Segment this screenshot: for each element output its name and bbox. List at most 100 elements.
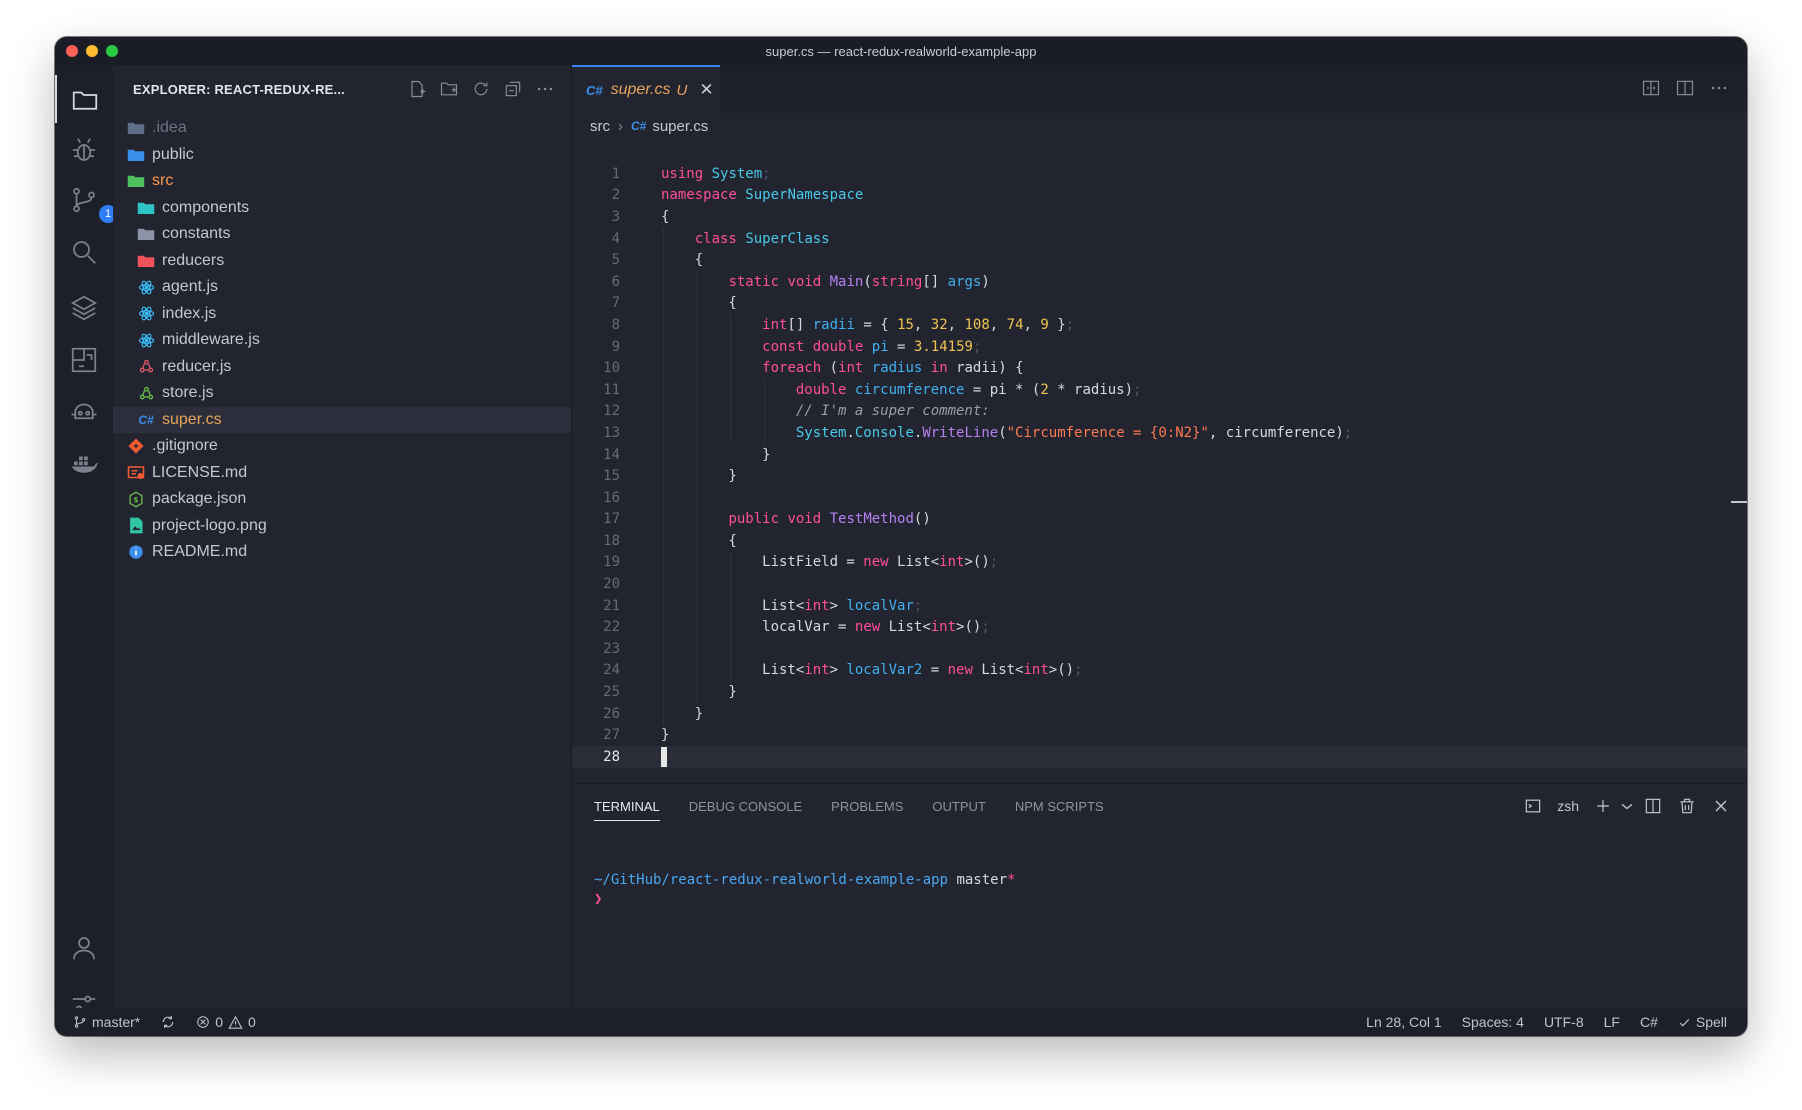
split-terminal-button[interactable] xyxy=(1643,796,1663,816)
activity-debug[interactable] xyxy=(69,135,99,165)
code-token: , circumference) xyxy=(1208,424,1344,441)
activity-copilot[interactable] xyxy=(69,397,99,427)
panel-tab-output[interactable]: OUTPUT xyxy=(932,799,985,814)
problems-indicator[interactable]: 0 0 xyxy=(196,1014,256,1030)
line-number: 9 xyxy=(611,338,620,355)
code-text: } xyxy=(628,727,669,743)
tree-item-label: LICENSE.md xyxy=(152,463,248,481)
panel-tab-terminal[interactable]: TERMINAL xyxy=(594,799,660,821)
shell-name[interactable]: zsh xyxy=(1557,798,1579,814)
close-window-button[interactable] xyxy=(66,45,78,57)
folder-reducers-icon xyxy=(137,252,155,270)
end-of-line[interactable]: LF xyxy=(1604,1014,1620,1030)
code-token: radii) { xyxy=(947,360,1024,377)
code-token: localVar2 xyxy=(846,662,923,679)
more-actions-button[interactable] xyxy=(535,79,555,99)
sync-button[interactable] xyxy=(160,1014,176,1030)
branch-name: master* xyxy=(92,1014,141,1030)
tree-item[interactable]: LICENSE.md xyxy=(113,460,571,487)
new-file-button[interactable] xyxy=(407,79,427,99)
code-text: namespace SuperNamespace xyxy=(628,187,863,203)
open-changes-button[interactable] xyxy=(1641,78,1661,98)
plus-icon xyxy=(1597,800,1609,812)
indentation[interactable]: Spaces: 4 xyxy=(1462,1014,1524,1030)
spell-label: Spell xyxy=(1695,1014,1727,1030)
panel-tab-debug-console[interactable]: DEBUG CONSOLE xyxy=(689,799,802,814)
panel-tab-npm-scripts[interactable]: NPM SCRIPTS xyxy=(1015,799,1104,814)
activity-account[interactable] xyxy=(69,933,99,963)
csharp-icon: C# xyxy=(631,119,647,133)
code-token: Console xyxy=(854,424,914,441)
files-icon xyxy=(72,91,98,110)
close-panel-button[interactable] xyxy=(1711,796,1731,816)
panel-tab-problems[interactable]: PROBLEMS xyxy=(831,799,903,814)
new-terminal-button[interactable] xyxy=(1593,796,1613,816)
folder-public-icon xyxy=(127,146,145,164)
branch-indicator[interactable]: master* xyxy=(73,1014,140,1030)
breadcrumb-folder[interactable]: src xyxy=(590,118,610,135)
activity-layers[interactable] xyxy=(69,293,99,323)
terminal-dropdown-button[interactable] xyxy=(1617,796,1633,816)
language-mode[interactable]: C# xyxy=(1640,1014,1658,1030)
new-folder-icon xyxy=(440,82,458,96)
tree-item[interactable]: project-logo.png xyxy=(113,513,571,540)
activity-docker[interactable] xyxy=(69,449,99,479)
new-folder-button[interactable] xyxy=(439,79,459,99)
tree-item[interactable]: .gitignore xyxy=(113,433,571,460)
redux-icon xyxy=(137,358,155,376)
tree-item[interactable]: reducers xyxy=(113,248,571,275)
code-token: List< xyxy=(880,619,931,636)
tree-item[interactable]: public xyxy=(113,142,571,169)
code-token: [] xyxy=(922,273,948,290)
tab-super-cs[interactable]: C# super.cs U ✕ xyxy=(572,65,720,113)
kill-terminal-button[interactable] xyxy=(1677,796,1697,816)
explorer-title: EXPLORER: REACT-REDUX-RE... xyxy=(133,81,345,97)
refresh-button[interactable] xyxy=(471,79,491,99)
code-token: new xyxy=(854,619,881,636)
cursor-position[interactable]: Ln 28, Col 1 xyxy=(1366,1014,1442,1030)
panel-tabs: TERMINAL DEBUG CONSOLE PROBLEMS OUTPUT NPM S… xyxy=(572,784,1747,828)
split-editor-button[interactable] xyxy=(1675,78,1695,98)
code-text xyxy=(628,746,667,767)
minimize-window-button[interactable] xyxy=(86,45,98,57)
tree-item[interactable]: .idea xyxy=(113,115,571,142)
collapse-all-button[interactable] xyxy=(503,79,523,99)
tab-close-icon[interactable]: ✕ xyxy=(699,80,713,100)
terminal-output[interactable]: ~/GitHub/react-redux-realworld-example-a… xyxy=(594,872,1015,907)
code-editor[interactable]: 1 using System; 2 namespace SuperNamespace 3… xyxy=(572,163,1747,768)
editor-more-button[interactable] xyxy=(1709,78,1729,98)
folder-constants-icon xyxy=(137,225,155,243)
code-token: () xyxy=(913,511,931,528)
tree-item[interactable]: src xyxy=(113,168,571,195)
tree-item[interactable]: middleware.js xyxy=(113,327,571,354)
tree-item[interactable]: index.js xyxy=(113,301,571,328)
tree-item[interactable]: agent.js xyxy=(113,274,571,301)
tree-item[interactable]: store.js xyxy=(113,380,571,407)
tree-item[interactable]: components xyxy=(113,195,571,222)
code-line: 14 } xyxy=(572,444,1747,466)
activity-extensions[interactable] xyxy=(69,345,99,375)
line-number: 5 xyxy=(611,252,620,269)
activity-source-control[interactable]: 1 xyxy=(69,185,117,223)
code-token: WriteLine xyxy=(922,424,999,441)
code-line: 6 static void Main(string[] args) xyxy=(572,271,1747,293)
tree-item[interactable]: reducer.js xyxy=(113,354,571,381)
tree-item[interactable]: package.json xyxy=(113,486,571,513)
code-token: radii xyxy=(812,316,855,333)
encoding[interactable]: UTF-8 xyxy=(1544,1014,1584,1030)
breadcrumb-file[interactable]: super.cs xyxy=(652,118,708,135)
tree-item[interactable]: C# super.cs xyxy=(113,406,571,433)
tree-item[interactable]: constants xyxy=(113,221,571,248)
zoom-window-button[interactable] xyxy=(106,45,118,57)
scrollbar-thumb[interactable] xyxy=(1731,501,1747,503)
activity-search[interactable] xyxy=(69,237,99,267)
code-token: > xyxy=(829,597,847,614)
tree-item-label: .gitignore xyxy=(152,437,218,455)
tree-item[interactable]: README.md xyxy=(113,539,571,566)
code-token: int xyxy=(762,316,788,333)
spell-check[interactable]: Spell xyxy=(1678,1014,1727,1030)
untracked-indicator: U xyxy=(676,81,688,99)
activity-explorer[interactable] xyxy=(55,75,115,123)
